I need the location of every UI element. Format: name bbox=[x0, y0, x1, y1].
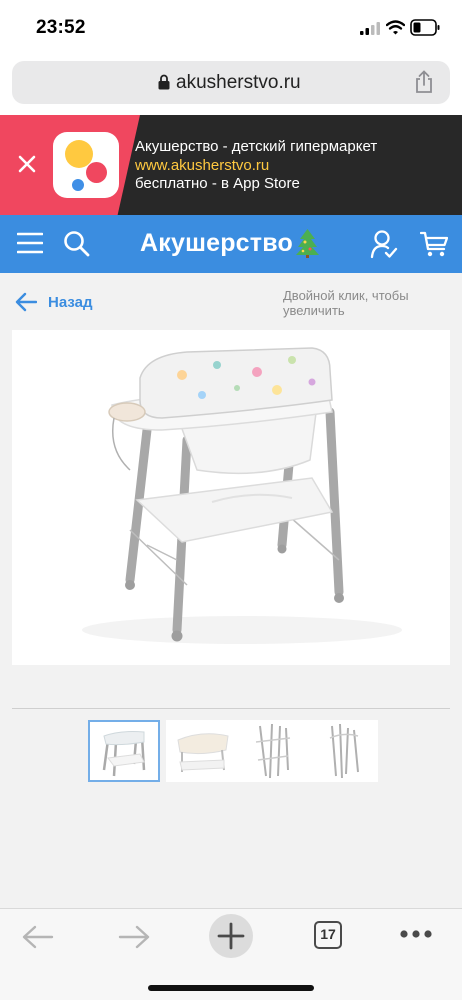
close-icon[interactable] bbox=[14, 151, 40, 177]
home-indicator bbox=[148, 985, 314, 991]
thumbnail-image bbox=[177, 733, 229, 772]
menu-icon[interactable] bbox=[17, 232, 43, 254]
thumbnail-image bbox=[102, 731, 146, 777]
address-bar[interactable]: akusherstvo.ru bbox=[12, 61, 450, 104]
app-icon-dot bbox=[72, 179, 84, 191]
plus-icon bbox=[217, 922, 245, 950]
banner-title: Акушерство - детский гипермаркет bbox=[135, 138, 378, 155]
lock-icon bbox=[158, 74, 170, 90]
site-header: Акушерство bbox=[0, 215, 462, 273]
tabs-icon[interactable]: 17 bbox=[314, 921, 342, 949]
url-text: akusherstvo.ru bbox=[176, 72, 301, 93]
banner-subtitle: бесплатно - в App Store bbox=[135, 175, 300, 192]
divider bbox=[12, 708, 450, 709]
user-icon[interactable] bbox=[370, 229, 398, 259]
browser-toolbar: 17 bbox=[0, 908, 462, 1000]
zoom-hint: Двойной клик, чтобы увеличить bbox=[283, 288, 409, 318]
cart-icon[interactable] bbox=[420, 231, 448, 258]
back-arrow-icon[interactable] bbox=[15, 292, 37, 312]
thumbnail-1[interactable] bbox=[88, 720, 160, 782]
thumbnail-2[interactable] bbox=[166, 720, 238, 782]
product-image[interactable] bbox=[12, 330, 450, 665]
site-logo[interactable]: Акушерство bbox=[140, 229, 293, 258]
thumbnail-3[interactable] bbox=[236, 720, 308, 782]
new-tab-button[interactable] bbox=[209, 914, 253, 958]
status-bar: 23:52 bbox=[0, 0, 462, 58]
back-link[interactable]: Назад bbox=[48, 294, 92, 311]
thumbnail-4[interactable] bbox=[306, 720, 378, 782]
thumbnail-image bbox=[329, 723, 359, 779]
banner-link[interactable]: www.akusherstvo.ru bbox=[135, 157, 377, 176]
forward-icon[interactable] bbox=[118, 925, 150, 949]
back-icon[interactable] bbox=[22, 925, 54, 949]
url-area: akusherstvo.ru bbox=[0, 58, 462, 115]
banner-text: Акушерство - детский гипермаркет www.aku… bbox=[135, 138, 377, 194]
thumbnail-image bbox=[255, 723, 291, 779]
battery-icon bbox=[410, 19, 440, 36]
more-icon[interactable] bbox=[399, 929, 433, 939]
tree-icon bbox=[296, 229, 319, 258]
app-banner[interactable]: Акушерство - детский гипермаркет www.aku… bbox=[0, 115, 462, 215]
wifi-icon bbox=[386, 20, 405, 35]
search-icon[interactable] bbox=[63, 230, 90, 257]
status-time: 23:52 bbox=[36, 17, 86, 38]
app-icon-dot bbox=[86, 162, 107, 183]
share-icon[interactable] bbox=[414, 70, 434, 94]
app-icon[interactable] bbox=[53, 132, 119, 198]
signal-icon bbox=[360, 22, 380, 35]
product-illustration bbox=[82, 347, 402, 644]
